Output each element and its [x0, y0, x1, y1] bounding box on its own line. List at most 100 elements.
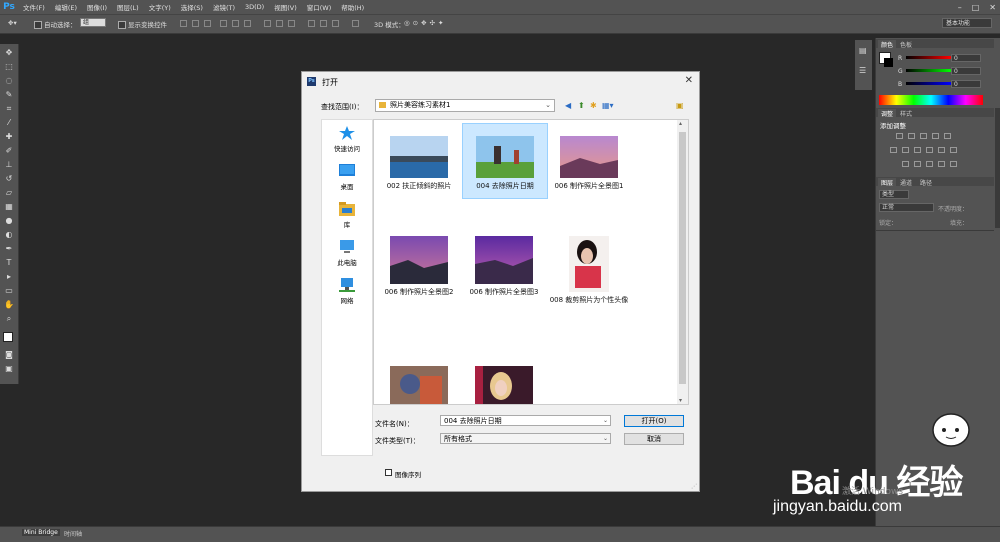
- bw-adjust-icon[interactable]: [914, 147, 921, 153]
- dodge-tool-icon[interactable]: ◐: [4, 230, 14, 240]
- distribute-bottom-icon[interactable]: [288, 20, 295, 27]
- history-brush-tool-icon[interactable]: ↺: [4, 174, 14, 184]
- pen-tool-icon[interactable]: ✒: [4, 244, 14, 254]
- new-folder-icon[interactable]: ✱: [590, 101, 597, 110]
- open-folder-icon[interactable]: ▣: [676, 101, 684, 110]
- align-left-icon[interactable]: [220, 20, 227, 27]
- menu-type[interactable]: 文字(Y): [144, 2, 176, 12]
- brush-tool-icon[interactable]: ✐: [4, 146, 14, 156]
- minimize-icon[interactable]: –: [958, 3, 962, 12]
- channel-g-slider[interactable]: [906, 69, 951, 72]
- up-folder-icon[interactable]: ⬆: [578, 101, 585, 110]
- dialog-close-icon[interactable]: ✕: [685, 75, 693, 86]
- workspace-dropdown[interactable]: 基本功能: [942, 18, 992, 28]
- background-color-chip[interactable]: [884, 58, 893, 67]
- align-bottom-icon[interactable]: [204, 20, 211, 27]
- properties-panel-icon[interactable]: ☰: [859, 66, 866, 75]
- channel-r-slider[interactable]: [906, 56, 951, 59]
- hue-sat-adjust-icon[interactable]: [890, 147, 897, 153]
- invert-adjust-icon[interactable]: [902, 161, 909, 167]
- color-spectrum[interactable]: [879, 95, 983, 105]
- file-list-scrollbar[interactable]: ▴ ▾: [677, 120, 688, 404]
- move-tool-icon[interactable]: ✥▾: [8, 19, 17, 27]
- posterize-adjust-icon[interactable]: [914, 161, 921, 167]
- auto-select-checkbox[interactable]: 自动选择：: [34, 19, 77, 29]
- align-middle-icon[interactable]: [192, 20, 199, 27]
- panel-scrollbar[interactable]: [995, 108, 1000, 228]
- file-item[interactable]: [377, 366, 461, 404]
- zoom-tool-icon[interactable]: ⌕: [4, 314, 14, 324]
- cancel-button[interactable]: 取消: [624, 433, 684, 445]
- eraser-tool-icon[interactable]: ▱: [4, 188, 14, 198]
- selective-color-adjust-icon[interactable]: [950, 161, 957, 167]
- align-center-icon[interactable]: [232, 20, 239, 27]
- menu-select[interactable]: 选择(S): [176, 2, 208, 12]
- blur-tool-icon[interactable]: ●: [4, 216, 14, 226]
- filename-input[interactable]: 004 去除照片日期 ⌄: [440, 415, 611, 426]
- place-network[interactable]: 网络: [322, 278, 372, 305]
- menu-view[interactable]: 视图(V): [269, 2, 302, 12]
- marquee-tool-icon[interactable]: ⬚: [4, 62, 14, 72]
- distribute-top-icon[interactable]: [264, 20, 271, 27]
- file-item[interactable]: 006 制作照片全景图2: [377, 236, 461, 318]
- menu-file[interactable]: 文件(F): [18, 2, 50, 12]
- eyedropper-tool-icon[interactable]: ⁄: [4, 118, 14, 128]
- history-panel-icon[interactable]: ▤: [859, 46, 867, 55]
- scroll-up-icon[interactable]: ▴: [679, 120, 682, 127]
- place-desktop[interactable]: 桌面: [322, 164, 372, 191]
- place-library[interactable]: 库: [322, 202, 372, 229]
- scrollbar-thumb[interactable]: [679, 132, 686, 384]
- foreground-color-swatch[interactable]: [3, 332, 13, 342]
- distribute-middle-icon[interactable]: [276, 20, 283, 27]
- open-button[interactable]: 打开(O): [624, 415, 684, 427]
- channel-mixer-adjust-icon[interactable]: [938, 147, 945, 153]
- path-select-tool-icon[interactable]: ▸: [4, 272, 14, 282]
- menu-window[interactable]: 窗口(W): [302, 2, 337, 12]
- color-lookup-adjust-icon[interactable]: [950, 147, 957, 153]
- menu-edit[interactable]: 编辑(E): [50, 2, 82, 12]
- file-item[interactable]: [462, 366, 546, 404]
- image-sequence-checkbox[interactable]: [385, 469, 392, 476]
- tab-paths[interactable]: 路径: [920, 178, 932, 187]
- tab-channels[interactable]: 通道: [900, 178, 912, 187]
- file-item[interactable]: 006 制作照片全景图3: [462, 236, 546, 318]
- tab-timeline[interactable]: 时间轴: [62, 529, 84, 538]
- tab-adjustments[interactable]: 调整: [878, 109, 897, 118]
- channel-b-value[interactable]: 0: [951, 80, 981, 88]
- quick-mask-icon[interactable]: ◙: [4, 350, 14, 360]
- file-item[interactable]: 006 制作照片全景图1: [547, 124, 631, 196]
- brightness-adjust-icon[interactable]: [896, 133, 903, 139]
- menu-help[interactable]: 帮助(H): [336, 2, 369, 12]
- auto-align-icon[interactable]: [352, 20, 359, 27]
- gradient-tool-icon[interactable]: ▦: [4, 202, 14, 212]
- align-top-icon[interactable]: [180, 20, 187, 27]
- healing-brush-tool-icon[interactable]: ✚: [4, 132, 14, 142]
- distribute-right-icon[interactable]: [332, 20, 339, 27]
- tab-layers[interactable]: 图层: [878, 178, 897, 187]
- 3d-tools-icon[interactable]: ◎⊙✥✣✦: [404, 19, 446, 27]
- filetype-dropdown[interactable]: 所有格式 ⌄: [440, 433, 611, 444]
- file-item[interactable]: 008 裁剪照片为个性头像: [547, 236, 631, 324]
- shape-tool-icon[interactable]: ▭: [4, 286, 14, 296]
- curves-adjust-icon[interactable]: [920, 133, 927, 139]
- look-in-dropdown[interactable]: 照片美容练习素材1 ⌄: [375, 99, 555, 112]
- distribute-left-icon[interactable]: [308, 20, 315, 27]
- hand-tool-icon[interactable]: ✋: [4, 300, 14, 310]
- scroll-down-icon[interactable]: ▾: [679, 397, 682, 404]
- layer-kind-filter[interactable]: 类型: [879, 190, 909, 199]
- channel-r-value[interactable]: 0: [951, 54, 981, 62]
- channel-g-value[interactable]: 0: [951, 67, 981, 75]
- resize-grip-icon[interactable]: ⋰: [691, 483, 697, 490]
- close-icon[interactable]: ✕: [989, 3, 996, 12]
- show-transform-checkbox[interactable]: 显示变换控件: [118, 19, 167, 29]
- lasso-tool-icon[interactable]: ◌: [4, 76, 14, 86]
- distribute-center-icon[interactable]: [320, 20, 327, 27]
- quick-select-tool-icon[interactable]: ✎: [4, 90, 14, 100]
- type-tool-icon[interactable]: T: [4, 258, 14, 268]
- menu-filter[interactable]: 滤镜(T): [208, 2, 240, 12]
- exposure-adjust-icon[interactable]: [932, 133, 939, 139]
- align-right-icon[interactable]: [244, 20, 251, 27]
- menu-image[interactable]: 图像(I): [82, 2, 112, 12]
- file-item-selected[interactable]: 004 去除照片日期: [462, 123, 548, 199]
- maximize-icon[interactable]: □: [972, 3, 980, 12]
